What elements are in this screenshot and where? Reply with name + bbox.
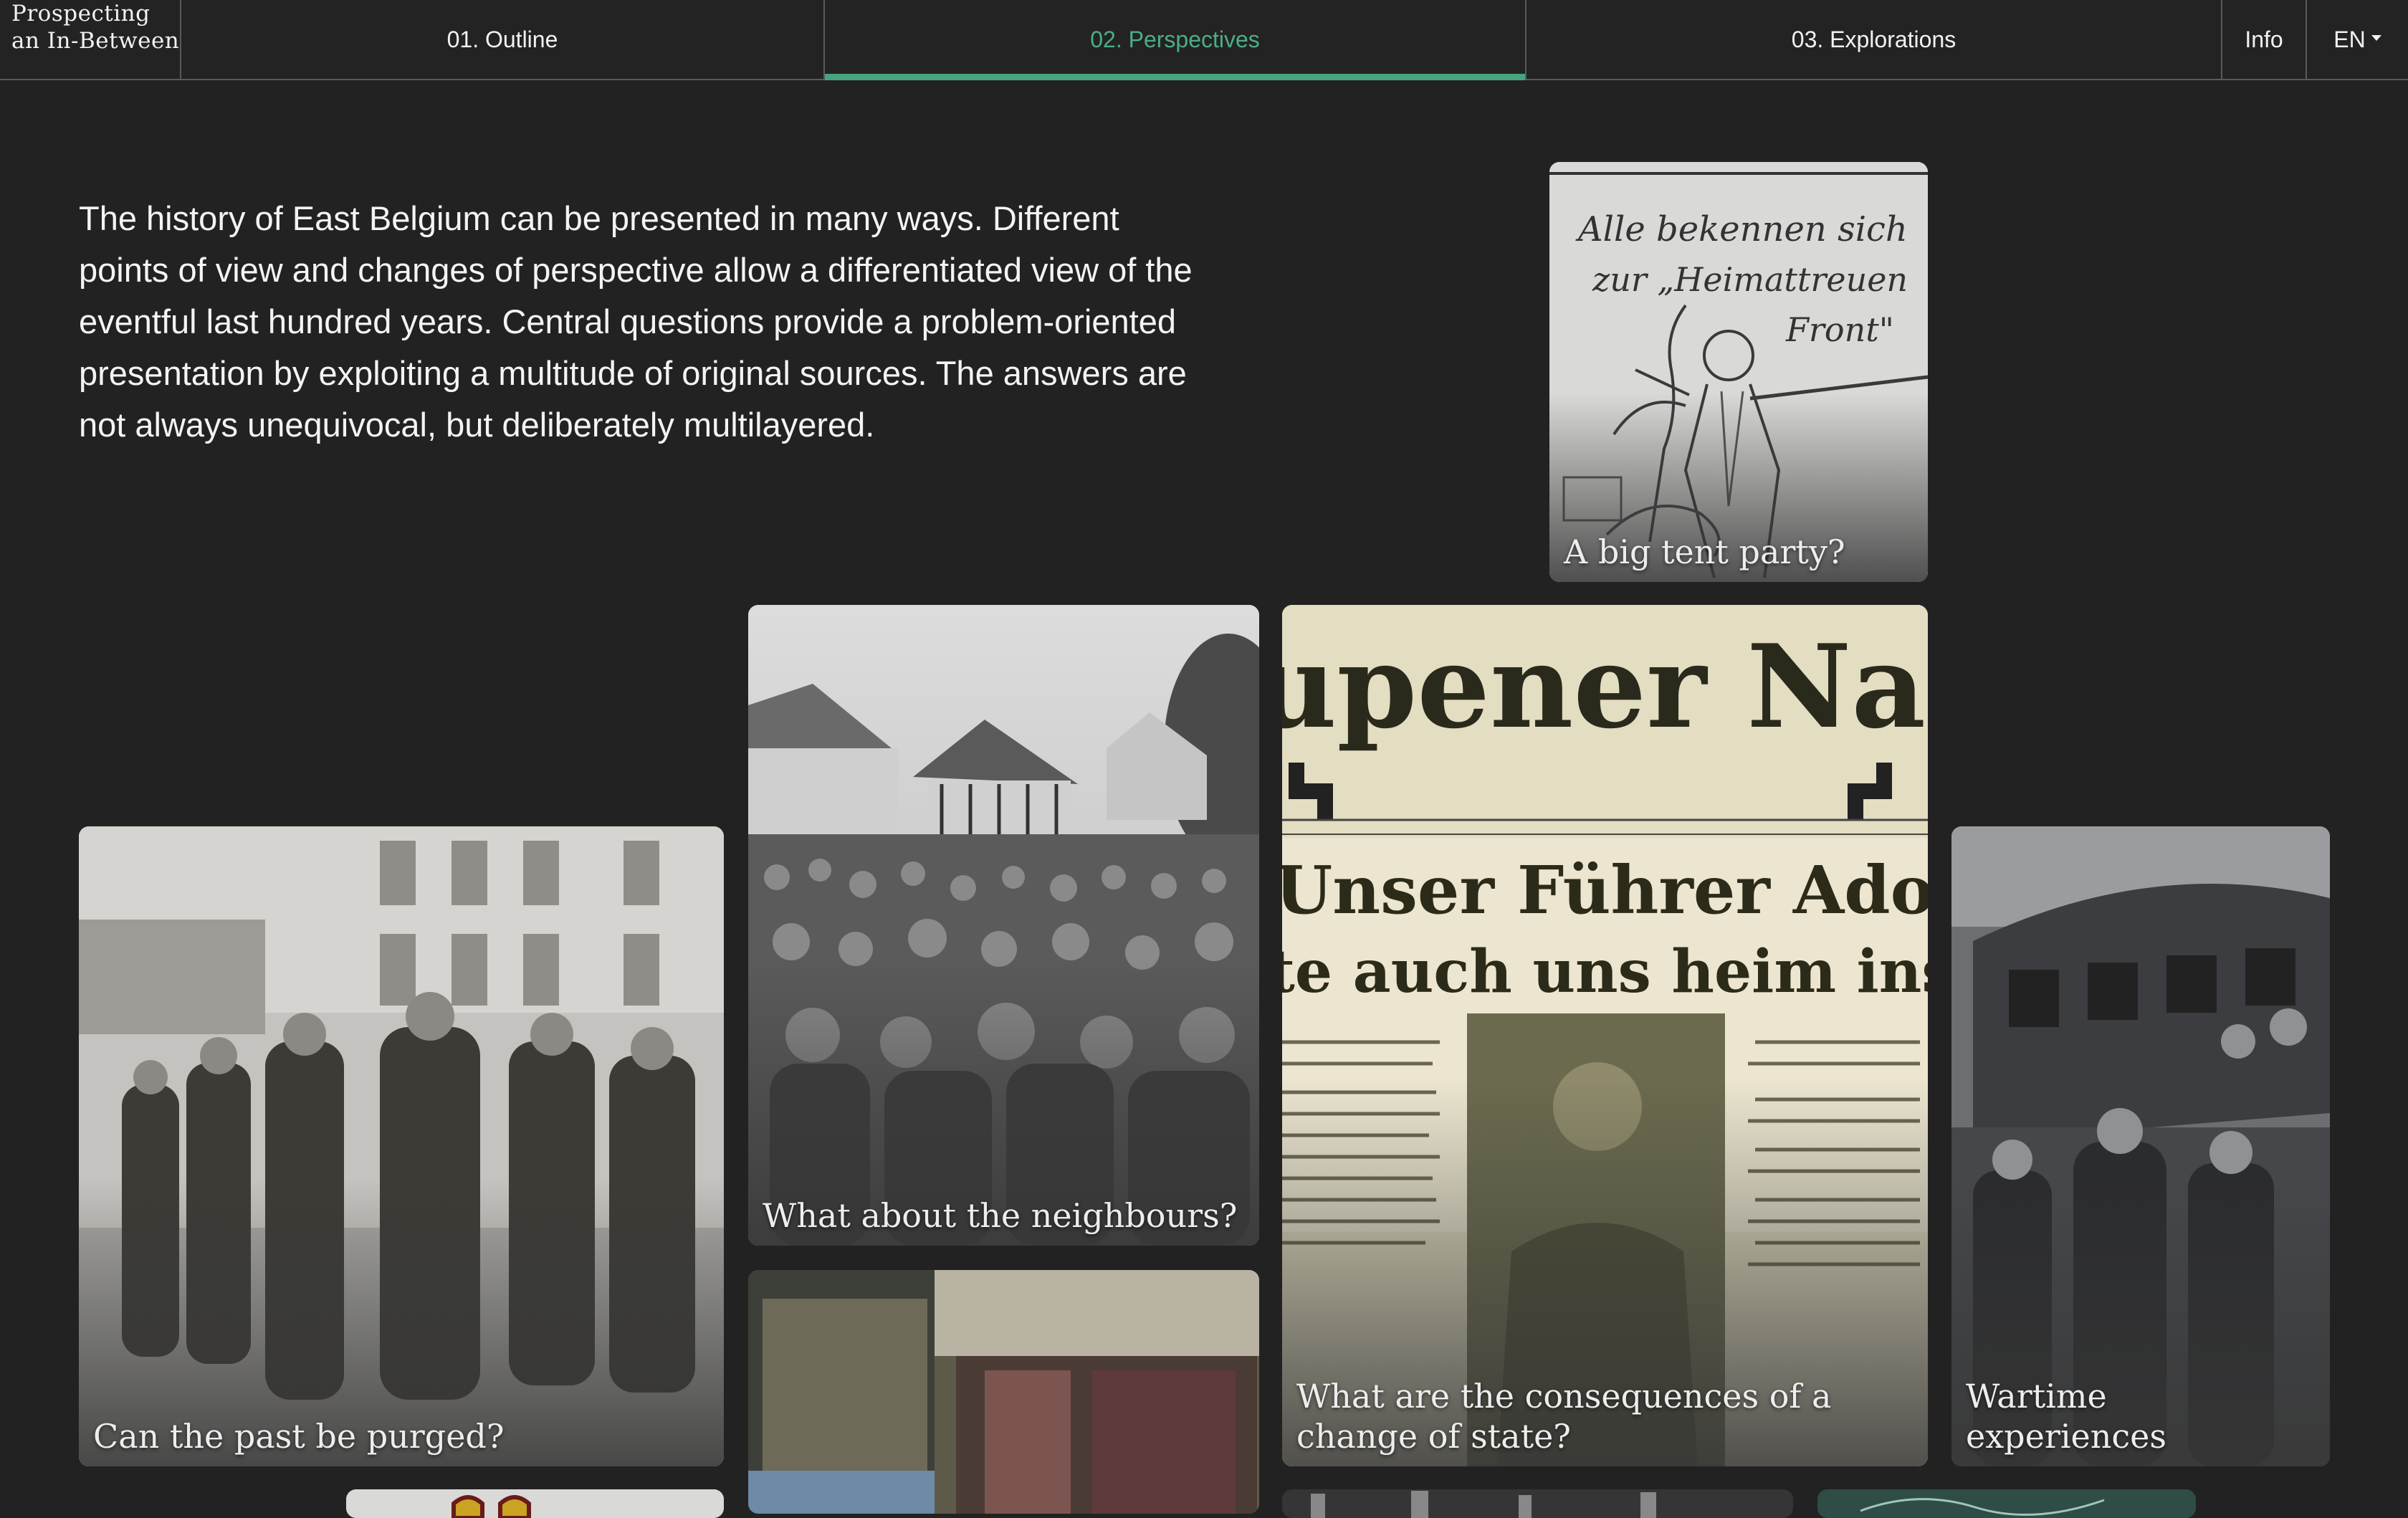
card-shop-street[interactable] [748,1270,1259,1514]
tab-outline[interactable]: 01. Outline [181,0,825,79]
tab-explorations[interactable]: 03. Explorations [1526,0,2222,79]
active-tab-indicator [825,74,1525,80]
cartoon-text-line: Alle bekennen sich [1575,209,1908,249]
info-label: Info [2245,26,2283,52]
card-big-tent-party[interactable]: Alle bekennen sich zur „Heimattreuen Fro… [1549,162,1928,582]
map-image [1817,1489,2196,1518]
tab-explorations-label: 03. Explorations [1791,26,1956,52]
intro-text: The history of East Belgium can be prese… [79,199,1193,444]
language-dropdown[interactable]: EN [2307,0,2408,79]
language-label: EN [2333,26,2366,52]
card-caption: A big tent party? [1564,533,1845,571]
caret-down-icon [2371,35,2381,41]
card-caption: What are the consequences of a change of… [1296,1377,1832,1456]
tab-perspectives[interactable]: 02. Perspectives [825,0,1526,80]
card-change-of-state[interactable]: upener Nachrichte Unser Führer Adolf Hit… [1282,605,1928,1466]
info-button[interactable]: Info [2222,0,2307,79]
card-caption: Wartime experiences [1966,1377,2166,1456]
svg-text:zur „Heimattreuen: zur „Heimattreuen [1592,260,1908,299]
card-coat-of-arms[interactable] [346,1489,724,1518]
street-photo [748,1270,1259,1514]
newspaper-headline-2: te auch uns heim ins Re [1282,937,1928,1006]
tab-perspectives-label: 02. Perspectives [1090,26,1260,52]
brand-line-1: Prospecting [11,1,150,27]
card-wartime-experiences[interactable]: Wartime experiences [1951,826,2330,1466]
card-past-purged[interactable]: Can the past be purged? [79,826,724,1466]
coat-of-arms-image [346,1489,724,1518]
tab-outline-label: 01. Outline [446,26,558,52]
newspaper-headline-1: Unser Führer Adolf Hitle [1282,851,1928,929]
card-bottom-photo[interactable] [1282,1489,1793,1518]
card-caption: What about the neighbours? [763,1196,1238,1235]
card-map[interactable] [1817,1489,2196,1518]
brand-line-2: an In-Between [11,28,180,54]
card-neighbours[interactable]: What about the neighbours? [748,605,1259,1246]
card-caption: Can the past be purged? [93,1417,505,1456]
trees-photo [1282,1489,1793,1518]
top-navigation: Prospecting an In-Between 01. Outline 02… [0,0,2408,80]
svg-text:Front": Front" [1785,310,1894,349]
site-logo[interactable]: Prospecting an In-Between [0,0,181,79]
newspaper-masthead: upener Nachrichte [1282,619,1928,754]
